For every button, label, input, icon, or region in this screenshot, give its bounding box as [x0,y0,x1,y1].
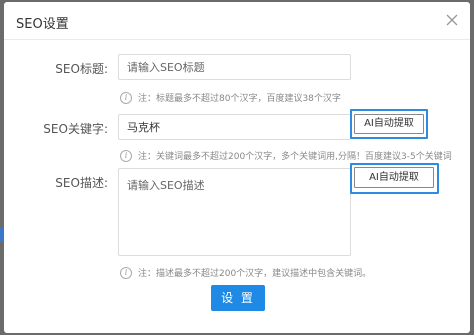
submit-settings-button[interactable]: 设 置 [211,285,265,311]
seo-title-input[interactable] [118,54,351,80]
keywords-ai-extract-button[interactable]: AI自动提取 [354,114,424,134]
seo-description-hint: i 注：描述最多不超过200个汉字，建议描述中包含关键词。 [120,266,371,279]
info-icon: i [120,266,132,279]
info-icon: i [120,91,132,104]
description-ai-extract-button[interactable]: AI自动提取 [354,167,434,188]
close-icon[interactable] [444,12,460,28]
info-icon: i [120,149,132,162]
seo-title-hint: i 注：标题最多不超过80个汉字，百度建议38个汉字 [120,91,341,104]
dialog-title: SEO设置 [16,17,69,32]
seo-keywords-input[interactable] [118,114,351,140]
title-divider [4,39,470,40]
seo-keywords-label: SEO关键字: [43,122,108,136]
seo-settings-dialog: SEO设置 SEO标题: i 注：标题最多不超过80个汉字，百度建议38个汉字 … [4,2,470,333]
seo-description-label: SEO描述: [55,176,108,190]
seo-keywords-hint: i 注：关键词最多不超过200个汉字，多个关键词用,分隔！百度建议3-5个关键词 [120,149,452,162]
seo-title-label: SEO标题: [55,62,108,76]
seo-description-textarea[interactable] [118,168,351,256]
